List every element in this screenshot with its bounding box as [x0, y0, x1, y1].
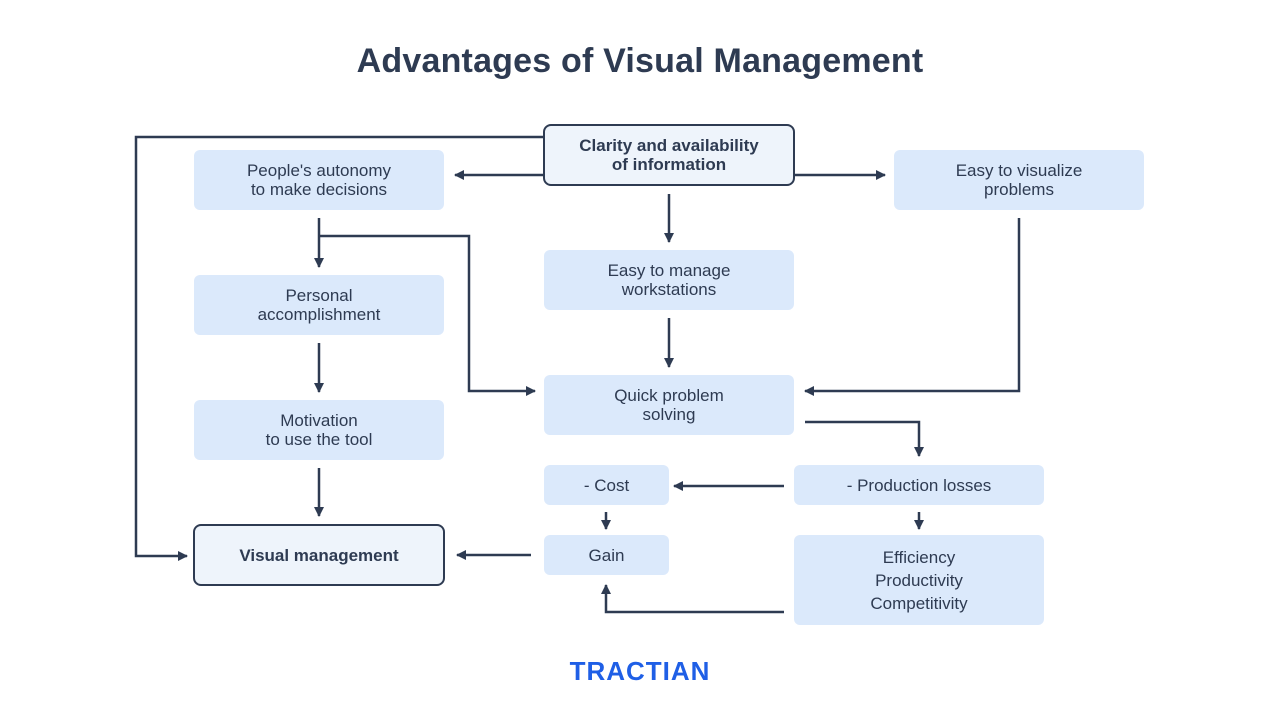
- connectors: [134, 135, 1021, 614]
- node-quick-problem-solving: Quick problem solving: [544, 375, 794, 435]
- node-efficiency: Efficiency Productivity Competitivity: [794, 535, 1044, 625]
- node-clarity: Clarity and availability of information: [543, 124, 795, 186]
- arrow-quick-losses: [805, 420, 924, 457]
- node-manage: Easy to manage workstations: [544, 250, 794, 310]
- node-production-losses: - Production losses: [794, 465, 1044, 505]
- arrow-visualize-quick: [804, 218, 1021, 396]
- node-cost: - Cost: [544, 465, 669, 505]
- brand-logo: TRACTIAN: [569, 656, 711, 686]
- node-gain: Gain: [544, 535, 669, 575]
- node-accomplishment: Personal accomplishment: [194, 275, 444, 335]
- node-visual-management: Visual management: [193, 524, 445, 586]
- node-autonomy: People's autonomy to make decisions: [194, 150, 444, 210]
- node-visualize: Easy to visualize problems: [894, 150, 1144, 210]
- node-motivation: Motivation to use the tool: [194, 400, 444, 460]
- arrow-efficiency-gain: [601, 584, 784, 614]
